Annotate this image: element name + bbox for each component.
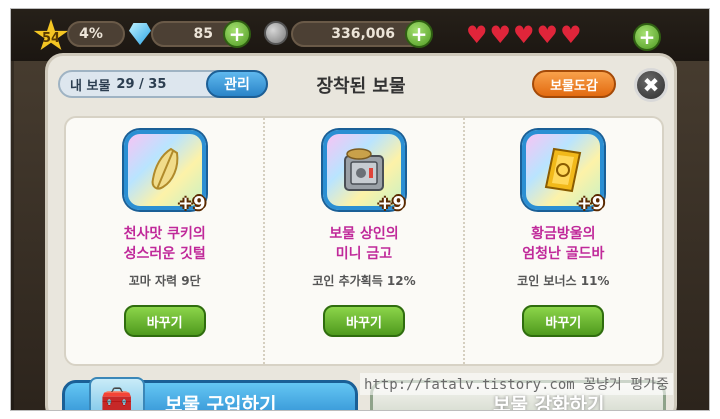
- item-name-line1: 보물 상인의: [329, 226, 399, 242]
- coin-count: 336,006: [331, 26, 395, 42]
- add-coins-button[interactable]: +: [405, 20, 433, 48]
- modal-header: 내 보물 29 / 35 관리 장착된 보물 보물도감 ✖: [48, 56, 674, 102]
- buy-treasure-label: 보물 구입하기: [165, 393, 277, 411]
- equipped-treasure-modal: 내 보물 29 / 35 관리 장착된 보물 보물도감 ✖ +9 천사맛 쿠키의…: [45, 53, 677, 411]
- hearts-bar: ♥ ♥ ♥ ♥ ♥: [466, 23, 582, 47]
- equipped-slots: +9 천사맛 쿠키의 성스러운 깃털 꼬마 자력 9단 바꾸기 +9 보물 상인: [64, 116, 664, 366]
- item-name-line2: 엄청난 골드바: [522, 246, 605, 262]
- item-name: 천사맛 쿠키의 성스러운 깃털: [124, 224, 206, 264]
- treasure-item-frame[interactable]: +9: [322, 130, 405, 214]
- treasure-slot: +9 보물 상인의 미니 금고 코인 추가획득 12% 바꾸기: [263, 118, 462, 364]
- heart-icon: ♥: [536, 21, 559, 49]
- coin-icon: [264, 21, 288, 45]
- treasure-item-frame[interactable]: +9: [123, 130, 206, 214]
- level-number: 54: [41, 30, 61, 46]
- feather-icon: [140, 145, 190, 195]
- close-button[interactable]: ✖: [634, 68, 668, 102]
- add-gems-button[interactable]: +: [223, 20, 251, 48]
- exp-percent: 4%: [79, 26, 103, 42]
- treasure-slot: +9 천사맛 쿠키의 성스러운 깃털 꼬마 자력 9단 바꾸기: [66, 118, 263, 364]
- item-level: +9: [178, 193, 206, 214]
- gem-icon: [129, 23, 151, 45]
- game-screen: 54 4% 85 + 336,006 + ♥ ♥ ♥ ♥ ♥ + 내 보물 29…: [10, 8, 710, 411]
- treasure-slot: +9 황금방울의 엄청난 골드바 코인 보너스 11% 바꾸기: [462, 118, 662, 364]
- swap-button[interactable]: 바꾸기: [123, 305, 206, 337]
- add-hearts-button[interactable]: +: [633, 23, 661, 51]
- coin-counter: 336,006 +: [291, 20, 433, 48]
- item-name-line2: 성스러운 깃털: [123, 246, 206, 262]
- level-star-icon: 54: [33, 19, 69, 50]
- item-name: 보물 상인의 미니 금고: [329, 224, 398, 264]
- heart-icon: ♥: [513, 21, 535, 49]
- swap-button[interactable]: 바꾸기: [322, 305, 405, 337]
- exp-percent-badge: 4%: [67, 21, 125, 47]
- treasure-item-frame[interactable]: +9: [522, 130, 605, 214]
- heart-icon: ♥: [560, 21, 582, 49]
- watermark: http://fatalv.tistory.com 꽁냥거 평가중: [360, 373, 673, 395]
- item-level: +9: [377, 193, 405, 214]
- item-name-line2: 미니 금고: [335, 246, 393, 262]
- gem-count: 85: [193, 26, 213, 42]
- item-level: +9: [576, 193, 605, 214]
- buy-treasure-button[interactable]: 🧰 보물 구입하기: [62, 377, 358, 411]
- item-name: 황금방울의 엄청난 골드바: [522, 224, 604, 264]
- item-name-line1: 황금방울의: [531, 226, 596, 242]
- safe-icon: [339, 145, 389, 195]
- item-effect: 코인 추가획득 12%: [312, 274, 416, 288]
- gem-counter: 85 +: [151, 20, 251, 48]
- item-effect: 꼬마 자력 9단: [128, 274, 201, 288]
- heart-icon: ♥: [466, 21, 488, 49]
- gold-bar-icon: [538, 145, 588, 195]
- heart-icon: ♥: [489, 21, 512, 49]
- item-effect: 코인 보너스 11%: [517, 274, 610, 288]
- treasure-encyclopedia-button[interactable]: 보물도감: [532, 70, 616, 98]
- close-icon: ✖: [642, 73, 660, 97]
- swap-button[interactable]: 바꾸기: [522, 305, 605, 337]
- treasure-chest-icon: 🧰: [89, 377, 145, 410]
- item-name-line1: 천사맛 쿠키의: [123, 226, 206, 242]
